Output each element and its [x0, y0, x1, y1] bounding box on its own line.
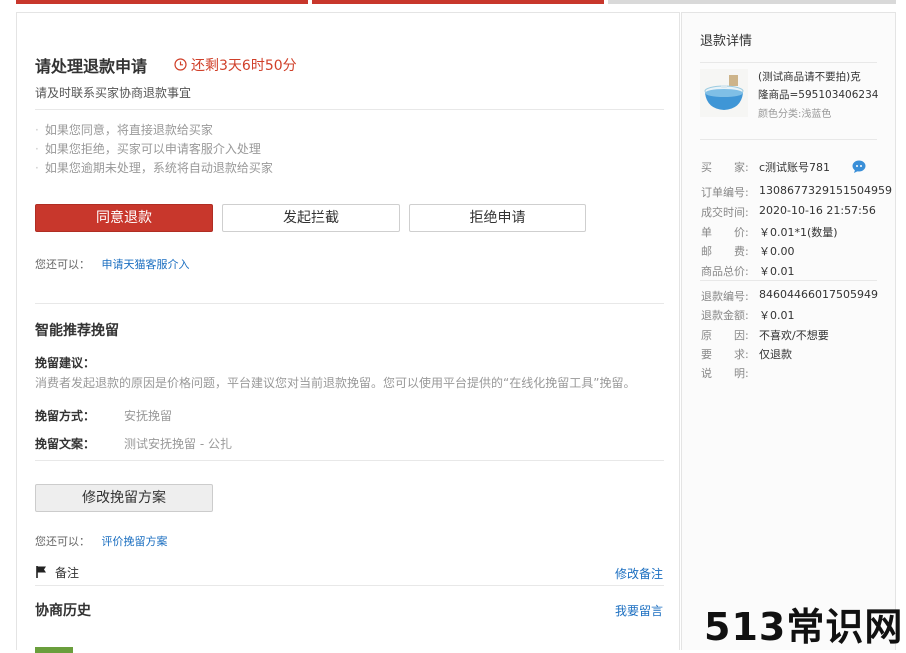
page-title: 请处理退款申请 [35, 57, 148, 76]
total-label: 商品总价: [701, 265, 749, 278]
modify-remark-link[interactable]: 修改备注 [615, 565, 663, 582]
refund-amount-label: 退款金额: [701, 309, 749, 322]
countdown: 还剩3天6时50分 [174, 55, 297, 75]
order-no-label: 订单编号: [701, 186, 749, 199]
buyer-value: c测试账号781 [759, 161, 831, 174]
apply-tmall-service-link[interactable]: 申请天猫客服介入 [102, 258, 190, 271]
request-value: 仅退款 [759, 348, 792, 361]
product-name[interactable]: (测试商品请不要拍)克 隆商品=595103406234 [758, 69, 878, 102]
order-no-link[interactable]: 1308677329151504959 [759, 184, 892, 197]
also-can-row: 您还可以： 申请天猫客服介入 [35, 256, 190, 272]
also-can-label: 您还可以： [35, 535, 90, 548]
retain-copy-value: 测试安抚挽留 - 公扎 [124, 437, 232, 451]
reject-button[interactable]: 拒绝申请 [409, 204, 586, 232]
avatar [35, 647, 73, 653]
bowl-icon [700, 69, 748, 117]
subtitle: 请及时联系买家协商退款事宜 [35, 86, 192, 100]
price-value: ￥0.01*1(数量) [759, 226, 838, 239]
retain-advice-label: 挽留建议： [35, 356, 96, 370]
history-title: 协商历史 [35, 603, 91, 619]
divider [700, 139, 877, 140]
also-can-row: 您还可以： 评价挽留方案 [35, 533, 168, 549]
refund-detail-panel: 退款详情 (测试商品请不要拍)克 隆商品=595103406234 颜色分类:浅… [681, 12, 896, 650]
leave-message-link[interactable]: 我要留言 [615, 602, 663, 619]
retain-advice-text: 消费者发起退款的原因是价格问题，平台建议您对当前退款挽留。您可以使用平台提供的“… [35, 376, 636, 390]
product-sku: 颜色分类:浅蓝色 [758, 109, 832, 120]
postage-value: ￥0.00 [759, 245, 795, 258]
refund-no-label: 退款编号: [701, 290, 749, 303]
reason-value: 不喜欢/不想要 [759, 329, 829, 342]
buyer-label: 买 家: [701, 161, 749, 174]
retain-method-value: 安抚挽留 [124, 409, 173, 423]
remark-row: 备注 [35, 564, 79, 581]
note-item: · 如果您逾期未处理，系统将自动退款给买家 [35, 161, 273, 175]
also-can-label: 您还可以： [35, 258, 90, 271]
remark-label: 备注 [55, 566, 80, 580]
request-label: 要 求: [701, 348, 749, 361]
progress-step-1 [16, 0, 308, 4]
refund-no-value: 84604466017505949 [759, 288, 878, 301]
divider [35, 109, 664, 110]
total-value: ￥0.01 [759, 265, 795, 278]
agree-refund-button[interactable]: 同意退款 [35, 204, 213, 232]
progress-step-3 [608, 0, 896, 4]
note-item: · 如果您拒绝，买家可以申请客服介入处理 [35, 142, 261, 156]
refund-handle-panel: 请处理退款申请 还剩3天6时50分 请及时联系买家协商退款事宜 · 如果您同意，将… [16, 12, 680, 653]
progress-bar [16, 0, 896, 4]
progress-step-2 [312, 0, 604, 4]
divider [35, 303, 664, 304]
divider [35, 460, 664, 461]
modify-retain-button[interactable]: 修改挽留方案 [35, 484, 213, 512]
price-label: 单 价: [701, 226, 749, 239]
postage-label: 邮 费: [701, 245, 749, 258]
retain-method-label: 挽留方式： [35, 409, 96, 423]
note-item: · 如果您同意，将直接退款给买家 [35, 123, 213, 137]
deal-time-value: 2020-10-16 21:57:56 [759, 204, 876, 217]
explain-label: 说 明: [701, 367, 749, 380]
rate-retain-link[interactable]: 评价挽留方案 [102, 535, 168, 548]
divider [700, 62, 877, 63]
retain-title: 智能推荐挽留 [35, 323, 119, 339]
deal-time-label: 成交时间: [701, 206, 749, 219]
countdown-text: 还剩3天6时50分 [191, 58, 297, 74]
side-title: 退款详情 [700, 34, 753, 49]
product-image[interactable] [700, 69, 748, 117]
wangwang-chat-icon[interactable] [852, 158, 866, 177]
watermark: 513常识网 [704, 605, 904, 649]
divider [35, 585, 664, 586]
divider [700, 280, 877, 281]
intercept-button[interactable]: 发起拦截 [222, 204, 400, 232]
clock-icon [174, 58, 187, 71]
reason-label: 原 因: [701, 329, 749, 342]
refund-amount-value: ￥0.01 [759, 309, 795, 322]
retain-copy-label: 挽留文案： [35, 437, 96, 451]
flag-icon [36, 566, 46, 578]
